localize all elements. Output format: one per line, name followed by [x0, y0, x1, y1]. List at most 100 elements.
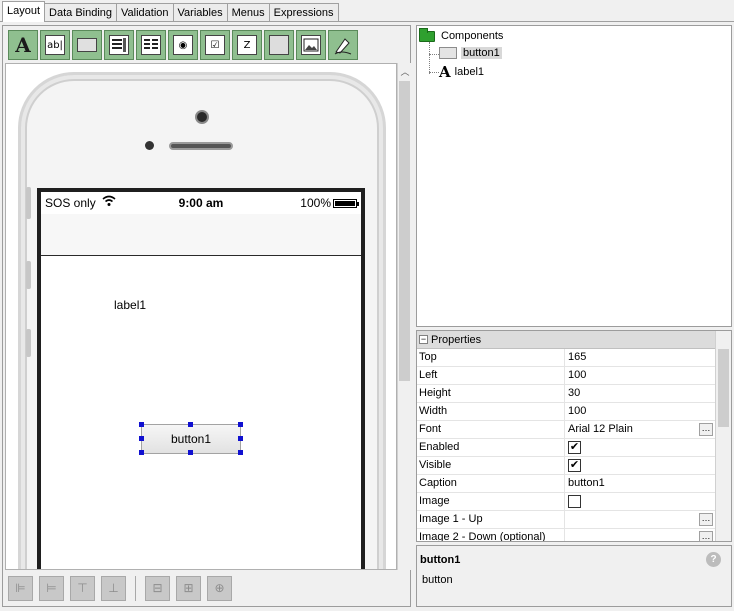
ellipsis-button[interactable]: … [699, 531, 713, 541]
scroll-thumb[interactable] [399, 81, 410, 381]
property-value[interactable] [565, 493, 715, 510]
tab-data-binding[interactable]: Data Binding [44, 3, 118, 22]
timer-tool-icon: Z [237, 35, 257, 55]
property-row[interactable]: Image 1 - Up… [417, 511, 715, 529]
align-right-icon[interactable]: ⊨ [39, 575, 64, 601]
tree-connector [429, 54, 439, 55]
property-value[interactable]: … [565, 511, 715, 528]
property-value[interactable]: 165 [565, 349, 715, 366]
property-name: Enabled [417, 439, 565, 456]
properties-scrollbar[interactable] [715, 331, 731, 541]
tree-connector [429, 72, 439, 73]
listbox-tool-button[interactable] [104, 30, 134, 60]
textbox-tool-button[interactable]: ab| [40, 30, 70, 60]
resize-handle-sw[interactable] [139, 450, 144, 455]
property-row[interactable]: Enabled ✔ [417, 439, 715, 457]
button-component-icon [439, 47, 457, 59]
tree-item-label: label1 [454, 66, 484, 78]
tab-menus[interactable]: Menus [226, 3, 270, 22]
tree-item-button1[interactable]: button1 [439, 47, 502, 59]
resize-handle-n[interactable] [188, 422, 193, 427]
phone-speaker [169, 142, 233, 150]
align-top-icon[interactable]: ⊤ [70, 575, 95, 601]
phone-side-button [26, 329, 31, 357]
alignment-toolbar: ⊫ ⊨ ⊤ ⊥ ⊟ ⊞ ⊕ [5, 572, 408, 604]
canvas-scrollbar[interactable]: ︿ [397, 63, 411, 570]
phone-side-button [26, 187, 31, 219]
property-row[interactable]: Top 165 [417, 349, 715, 367]
property-value[interactable]: ✔ [565, 457, 715, 474]
property-row[interactable]: Height 30 [417, 385, 715, 403]
property-row[interactable]: Image [417, 493, 715, 511]
resize-handle-se[interactable] [238, 450, 243, 455]
property-row[interactable]: Caption button1 [417, 475, 715, 493]
property-row[interactable]: Visible ✔ [417, 457, 715, 475]
help-icon[interactable]: ? [706, 552, 721, 567]
property-value[interactable]: Arial 12 Plain… [565, 421, 715, 438]
center-horizontal-icon[interactable]: ⊟ [145, 575, 170, 601]
property-name: Image [417, 493, 565, 510]
property-name: Caption [417, 475, 565, 492]
design-canvas[interactable]: SOS only 9:00 am 100% label1 button1 [5, 63, 397, 570]
tab-expressions[interactable]: Expressions [268, 3, 339, 22]
phone-camera [195, 110, 209, 124]
tab-variables[interactable]: Variables [172, 3, 228, 22]
tree-root[interactable]: Components [419, 27, 504, 42]
label-component-icon: A [439, 63, 451, 81]
property-value[interactable]: 30 [565, 385, 715, 402]
property-name: Width [417, 403, 565, 420]
ellipsis-button[interactable]: … [699, 423, 713, 436]
navigation-bar [41, 214, 361, 256]
tab-validation[interactable]: Validation [116, 3, 174, 22]
ellipsis-button[interactable]: … [699, 513, 713, 526]
component-tree: Components button1 A label1 [416, 25, 732, 327]
collapse-icon[interactable]: − [419, 335, 428, 344]
property-checkbox[interactable]: ✔ [568, 441, 581, 454]
property-value[interactable]: 100 [565, 403, 715, 420]
align-left-icon[interactable]: ⊫ [8, 575, 33, 601]
properties-panel: − Properties Top 165 Left 100 Height 30 Width 1… [416, 330, 732, 542]
picture-tool-button[interactable] [296, 30, 326, 60]
phone-side-button [26, 261, 31, 289]
radio-tool-button[interactable]: ◉ [168, 30, 198, 60]
center-both-icon[interactable]: ⊕ [207, 575, 232, 601]
status-bar: SOS only 9:00 am 100% [41, 192, 361, 214]
property-checkbox[interactable]: ✔ [568, 459, 581, 472]
property-value-text: 30 [568, 387, 581, 399]
property-value[interactable]: 100 [565, 367, 715, 384]
scroll-up-icon[interactable]: ︿ [398, 65, 412, 78]
property-checkbox[interactable] [568, 495, 581, 508]
property-value[interactable]: … [565, 529, 715, 541]
property-row[interactable]: Width 100 [417, 403, 715, 421]
property-name: Left [417, 367, 565, 384]
resize-handle-e[interactable] [238, 436, 243, 441]
checkbox-tool-button[interactable]: ☑ [200, 30, 230, 60]
label-tool-button[interactable]: A [8, 30, 38, 60]
property-row[interactable]: Left 100 [417, 367, 715, 385]
center-vertical-icon[interactable]: ⊞ [176, 575, 201, 601]
tree-root-label: Components [441, 30, 504, 42]
label1-component[interactable]: label1 [114, 298, 146, 312]
layout-panel: A ab| ◉ ☑ Z SOS only 9:00 am 100% label1… [2, 25, 411, 607]
resize-handle-w[interactable] [139, 436, 144, 441]
timer-tool-button[interactable]: Z [232, 30, 262, 60]
align-bottom-icon[interactable]: ⊥ [101, 575, 126, 601]
resize-handle-nw[interactable] [139, 422, 144, 427]
button-tool-button[interactable] [72, 30, 102, 60]
property-value[interactable]: button1 [565, 475, 715, 492]
scroll-thumb[interactable] [718, 349, 729, 427]
tree-connector [429, 42, 439, 74]
property-name: Height [417, 385, 565, 402]
properties-header[interactable]: − Properties [417, 331, 715, 349]
signature-tool-button[interactable] [328, 30, 358, 60]
property-value[interactable]: ✔ [565, 439, 715, 456]
property-row[interactable]: Image 2 - Down (optional)… [417, 529, 715, 541]
resize-handle-s[interactable] [188, 450, 193, 455]
tab-layout[interactable]: Layout [2, 1, 46, 22]
multi-column-list-tool-button[interactable] [136, 30, 166, 60]
property-row[interactable]: Font Arial 12 Plain… [417, 421, 715, 439]
resize-handle-ne[interactable] [238, 422, 243, 427]
image-tool-button[interactable] [264, 30, 294, 60]
property-value-text: 100 [568, 405, 587, 417]
tree-item-label1[interactable]: A label1 [439, 63, 484, 81]
